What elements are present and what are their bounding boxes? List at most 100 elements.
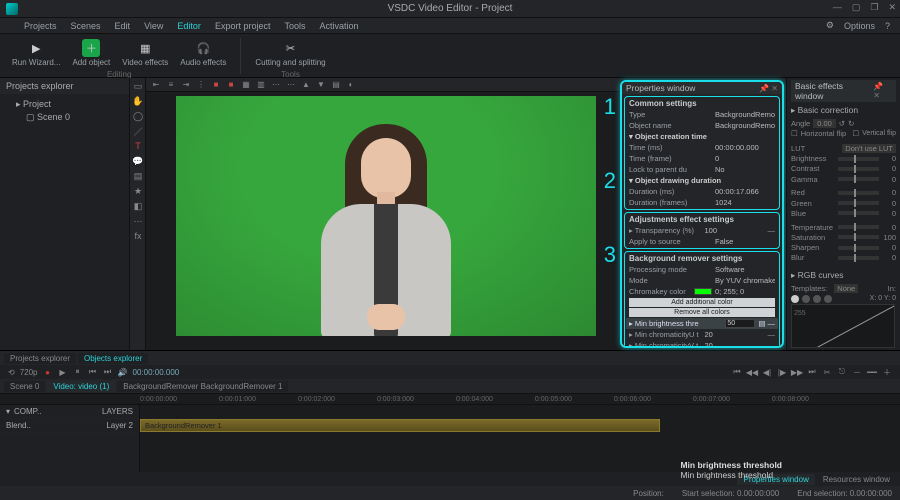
- video-effects-button[interactable]: ▦Video effects: [118, 38, 172, 68]
- zoom-in-icon[interactable]: ＋: [882, 367, 892, 377]
- fx-tool-icon[interactable]: fx: [132, 230, 144, 242]
- tree-node-scene[interactable]: ▢ Scene 0: [6, 111, 123, 124]
- record-icon[interactable]: ●: [43, 367, 53, 377]
- preview-stage[interactable]: 1 2 3: [146, 92, 620, 350]
- layer-up-icon[interactable]: ▲: [300, 79, 312, 91]
- more-icon[interactable]: ⋯: [270, 79, 282, 91]
- object-name-row[interactable]: Object nameBackgroundRemover 1: [626, 120, 778, 131]
- prev-icon[interactable]: ⏮: [88, 367, 98, 377]
- maximize-icon[interactable]: ▢: [852, 2, 861, 13]
- menu-edit[interactable]: Edit: [115, 21, 131, 31]
- stepper-icon[interactable]: ▤ —: [758, 319, 775, 328]
- menu-tools[interactable]: Tools: [284, 21, 305, 31]
- cursor-tool-icon[interactable]: ▭: [132, 80, 144, 92]
- slider-saturation[interactable]: Saturation100: [791, 233, 896, 242]
- align-center-icon[interactable]: ≡: [165, 79, 177, 91]
- distribute-icon[interactable]: ⋮: [195, 79, 207, 91]
- options-gear-icon[interactable]: ⚙: [826, 20, 834, 31]
- misc-tool-icon[interactable]: ◧: [132, 200, 144, 212]
- misc2-tool-icon[interactable]: ⋯: [132, 215, 144, 227]
- timeline-ruler[interactable]: 0:00:00:0000:00:01:0000:00:02:0000:00:03…: [0, 393, 900, 405]
- slider-gamma[interactable]: Gamma0: [791, 175, 896, 184]
- mask-icon[interactable]: ◐: [345, 79, 357, 91]
- help-icon[interactable]: ?: [885, 21, 890, 31]
- slider-brightness[interactable]: Brightness0: [791, 154, 896, 163]
- cut-icon[interactable]: ✂: [822, 367, 832, 377]
- effects-pin-icon[interactable]: 📌 ✕: [873, 82, 892, 100]
- snap-icon[interactable]: ▥: [255, 79, 267, 91]
- rgb-curve-graph[interactable]: 255: [791, 304, 895, 348]
- play-icon[interactable]: ▶: [58, 367, 68, 377]
- step-fwd-icon[interactable]: ▶▶: [792, 367, 802, 377]
- audio-effects-button[interactable]: 🎧Audio effects: [176, 38, 230, 68]
- paint-icon[interactable]: ▤: [330, 79, 342, 91]
- tree-node-project[interactable]: ▸ Project: [6, 98, 123, 111]
- panel-pin-icon[interactable]: 📌 ✕: [759, 84, 778, 93]
- line-tool-icon[interactable]: ／: [132, 125, 144, 137]
- star-tool-icon[interactable]: ★: [132, 185, 144, 197]
- text-tool-icon[interactable]: T: [132, 140, 144, 152]
- run-wizard-button[interactable]: ▶Run Wizard...: [8, 38, 64, 68]
- minimize-icon[interactable]: —: [833, 2, 842, 13]
- grid-icon[interactable]: ▦: [240, 79, 252, 91]
- pause-icon[interactable]: ⏸: [73, 367, 83, 377]
- menu-export[interactable]: Export project: [215, 21, 271, 31]
- menu-projects[interactable]: Projects: [24, 21, 57, 31]
- menu-view[interactable]: View: [144, 21, 163, 31]
- loop-icon[interactable]: ⟲: [8, 368, 15, 377]
- clip-scene[interactable]: Scene 0: [4, 381, 45, 392]
- menu-scenes[interactable]: Scenes: [71, 21, 101, 31]
- chromakey-swatch-icon[interactable]: [694, 288, 712, 295]
- group1-icon[interactable]: ■: [210, 79, 222, 91]
- align-left-icon[interactable]: ⇤: [150, 79, 162, 91]
- goto-end-icon[interactable]: ⏭: [807, 367, 817, 377]
- group2-icon[interactable]: ■: [225, 79, 237, 91]
- curve-dot-g[interactable]: [813, 295, 821, 303]
- rotate-cw-icon[interactable]: ↻: [848, 119, 854, 128]
- basic-correction-header[interactable]: ▸ Basic correction: [791, 103, 896, 118]
- rgb-curves-header[interactable]: ▸ RGB curves: [791, 268, 896, 283]
- add-object-button[interactable]: ＋Add object: [68, 38, 114, 68]
- track-blend[interactable]: Blend..: [6, 421, 31, 430]
- frame-back-icon[interactable]: ◀|: [762, 367, 772, 377]
- close-icon[interactable]: ✕: [888, 2, 896, 13]
- timeline-track-area[interactable]: BackgroundRemover 1: [140, 405, 900, 472]
- zoom-out-icon[interactable]: －: [852, 367, 862, 377]
- vflip-checkbox[interactable]: ☐: [852, 129, 859, 138]
- remove-colors-button[interactable]: Remove all colors: [629, 308, 775, 317]
- track-comp-toggle[interactable]: ▾: [6, 407, 10, 416]
- chart-tool-icon[interactable]: ▤: [132, 170, 144, 182]
- next-icon[interactable]: ⏭: [103, 367, 113, 377]
- slider-sharpen[interactable]: Sharpen0: [791, 243, 896, 252]
- min-brightness-input[interactable]: [725, 319, 755, 328]
- tab-objects-explorer[interactable]: Objects explorer: [78, 353, 148, 364]
- zoom-slider[interactable]: ━━: [867, 367, 877, 377]
- more2-icon[interactable]: ⋯: [285, 79, 297, 91]
- slider-red[interactable]: Red0: [791, 188, 896, 197]
- tab-projects-explorer[interactable]: Projects explorer: [4, 353, 76, 364]
- shape-tool-icon[interactable]: ◯: [132, 110, 144, 122]
- track-layers-toggle[interactable]: LAYERS: [102, 407, 133, 416]
- curve-dot-all[interactable]: [791, 295, 799, 303]
- min-brightness-row[interactable]: ▸ Min brightness thre▤ —: [626, 318, 778, 329]
- slider-green[interactable]: Green0: [791, 199, 896, 208]
- menu-editor[interactable]: Editor: [177, 21, 201, 31]
- frame-fwd-icon[interactable]: |▶: [777, 367, 787, 377]
- layer-down-icon[interactable]: ▼: [315, 79, 327, 91]
- project-tree[interactable]: ▸ Project ▢ Scene 0: [0, 94, 129, 128]
- split-icon[interactable]: ⎋: [837, 367, 847, 377]
- chromakey-color-row[interactable]: Chromakey color0; 255; 0: [626, 286, 778, 297]
- curve-dot-r[interactable]: [802, 295, 810, 303]
- options-label[interactable]: Options: [844, 21, 875, 31]
- tab-resources-window[interactable]: Resources window: [817, 474, 896, 485]
- restore-icon[interactable]: ❐: [870, 2, 878, 13]
- lut-dropdown[interactable]: Don't use LUT: [842, 144, 896, 153]
- resolution-dropdown[interactable]: 720p: [20, 368, 38, 377]
- hand-tool-icon[interactable]: ✋: [132, 95, 144, 107]
- rotate-ccw-icon[interactable]: ↺: [839, 119, 845, 128]
- tooltip-tool-icon[interactable]: 💬: [132, 155, 144, 167]
- transparency-row[interactable]: ▸ Transparency (%)100—: [626, 225, 778, 236]
- vol-icon[interactable]: 🔊: [118, 367, 128, 377]
- slider-contrast[interactable]: Contrast0: [791, 164, 896, 173]
- step-back-icon[interactable]: ◀◀: [747, 367, 757, 377]
